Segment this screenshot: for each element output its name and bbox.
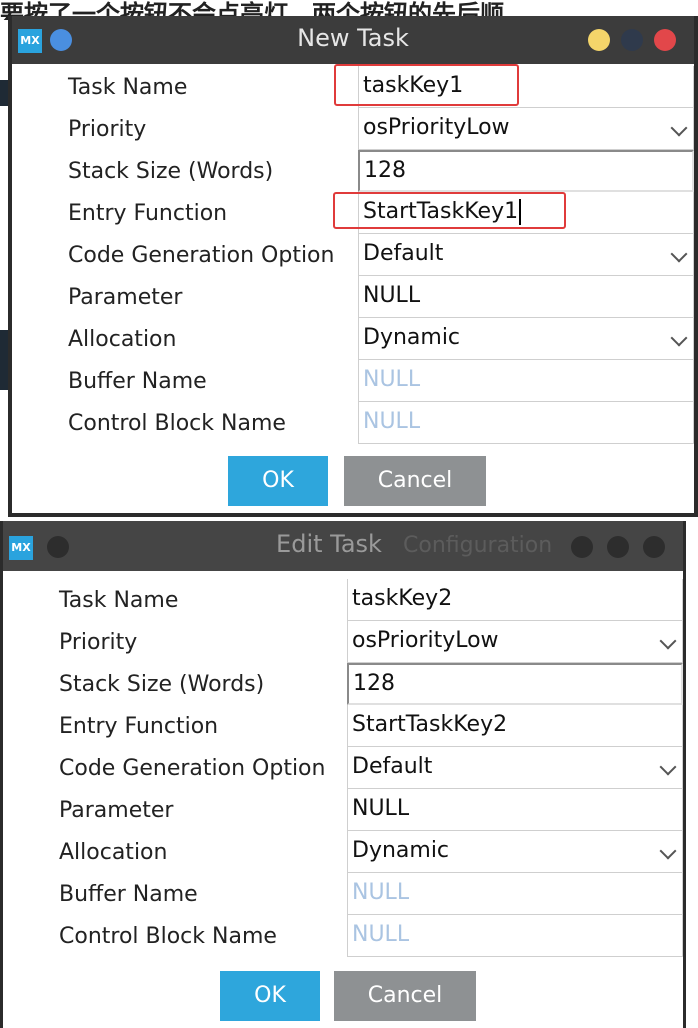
chevron-down-icon <box>670 245 688 263</box>
code-gen-option-value: Default <box>352 754 433 779</box>
priority-label: Priority <box>59 630 138 655</box>
buffer-name-value: NULL <box>352 880 410 905</box>
cancel-button[interactable]: Cancel <box>334 971 476 1021</box>
chevron-down-icon <box>670 329 688 347</box>
ok-button[interactable]: OK <box>228 456 328 506</box>
control-block-name-value: NULL <box>363 409 421 434</box>
close-icon[interactable] <box>643 536 665 558</box>
minimize-icon[interactable] <box>571 536 593 558</box>
control-block-name-value: NULL <box>352 922 410 947</box>
chevron-down-icon <box>659 758 677 776</box>
control-block-name-label: Control Block Name <box>59 924 277 949</box>
allocation-value: Dynamic <box>352 838 450 863</box>
code-gen-option-select[interactable]: Default <box>347 747 683 789</box>
entry-function-label: Entry Function <box>59 714 219 739</box>
ok-button[interactable]: OK <box>220 971 320 1021</box>
priority-label: Priority <box>68 117 147 142</box>
allocation-select[interactable]: Dynamic <box>347 831 683 873</box>
task-name-field[interactable]: taskKey2 <box>347 579 683 621</box>
buffer-name-field[interactable]: NULL <box>358 360 694 402</box>
title-bar[interactable]: MX New Task <box>12 16 694 64</box>
task-name-label: Task Name <box>59 588 179 613</box>
control-block-name-label: Control Block Name <box>68 411 286 436</box>
stack-size-label: Stack Size (Words) <box>68 159 274 184</box>
priority-select[interactable]: osPriorityLow <box>358 108 694 150</box>
stack-size-field[interactable]: 128 <box>347 663 683 705</box>
chevron-down-icon <box>659 632 677 650</box>
buffer-name-value: NULL <box>363 367 421 392</box>
entry-function-field[interactable]: StartTaskKey2 <box>347 705 683 747</box>
minimize-icon[interactable] <box>588 29 610 51</box>
task-name-highlight <box>334 64 519 106</box>
maximize-icon[interactable] <box>607 536 629 558</box>
allocation-label: Allocation <box>68 327 177 352</box>
edit-task-dialog: MX Edit Task Configuration Task Name tas… <box>0 521 686 1028</box>
code-gen-option-label: Code Generation Option <box>59 756 326 781</box>
stack-size-field[interactable]: 128 <box>358 150 694 192</box>
allocation-select[interactable]: Dynamic <box>358 318 694 360</box>
allocation-value: Dynamic <box>363 325 461 350</box>
chevron-down-icon <box>670 119 688 137</box>
window-title: Edit Task <box>276 530 382 558</box>
entry-function-label: Entry Function <box>68 201 228 226</box>
buffer-name-label: Buffer Name <box>59 882 198 907</box>
code-gen-option-select[interactable]: Default <box>358 234 694 276</box>
priority-value: osPriorityLow <box>352 628 499 653</box>
code-gen-option-value: Default <box>363 241 444 266</box>
parameter-label: Parameter <box>59 798 174 823</box>
code-gen-option-label: Code Generation Option <box>68 243 335 268</box>
priority-value: osPriorityLow <box>363 115 510 140</box>
control-block-name-field[interactable]: NULL <box>347 915 683 957</box>
entry-function-highlight <box>333 192 566 229</box>
stack-size-label: Stack Size (Words) <box>59 672 265 697</box>
priority-select[interactable]: osPriorityLow <box>347 621 683 663</box>
ghost-title: Configuration <box>403 533 553 558</box>
buffer-name-field[interactable]: NULL <box>347 873 683 915</box>
parameter-field[interactable]: NULL <box>347 789 683 831</box>
task-name-label: Task Name <box>68 75 188 100</box>
parameter-label: Parameter <box>68 285 183 310</box>
cancel-button[interactable]: Cancel <box>344 456 486 506</box>
close-icon[interactable] <box>654 29 676 51</box>
control-block-name-field[interactable]: NULL <box>358 402 694 444</box>
buffer-name-label: Buffer Name <box>68 369 207 394</box>
maximize-icon[interactable] <box>621 29 643 51</box>
chevron-down-icon <box>659 842 677 860</box>
parameter-field[interactable]: NULL <box>358 276 694 318</box>
allocation-label: Allocation <box>59 840 168 865</box>
title-bar[interactable]: MX Edit Task Configuration <box>3 521 683 571</box>
